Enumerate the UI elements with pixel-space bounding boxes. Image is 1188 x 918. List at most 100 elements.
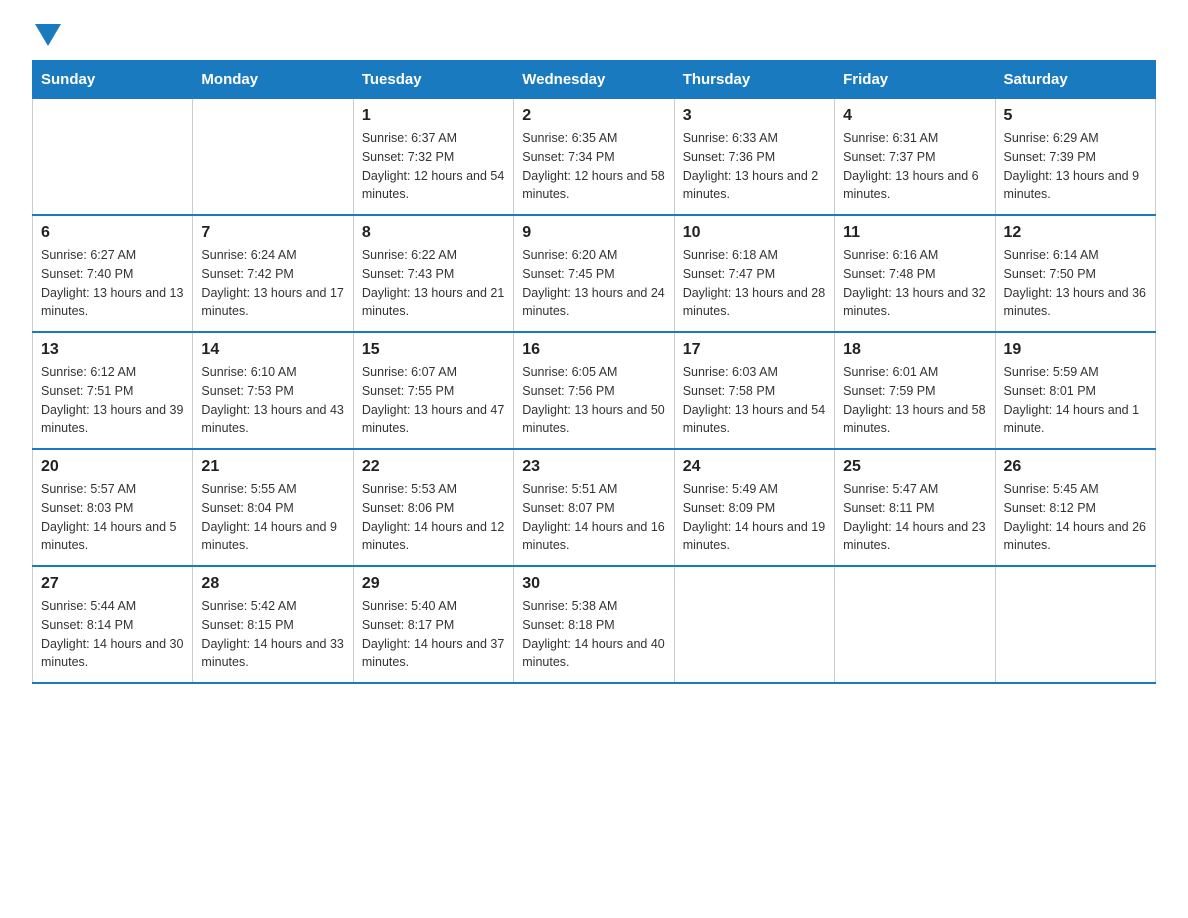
calendar-week-row: 27 Sunrise: 5:44 AMSunset: 8:14 PMDayligh… [33, 566, 1156, 683]
calendar-cell: 28 Sunrise: 5:42 AMSunset: 8:15 PMDayligh… [193, 566, 353, 683]
calendar-cell: 22 Sunrise: 5:53 AMSunset: 8:06 PMDayligh… [353, 449, 513, 566]
calendar-cell: 26 Sunrise: 5:45 AMSunset: 8:12 PMDayligh… [995, 449, 1155, 566]
calendar-cell: 19 Sunrise: 5:59 AMSunset: 8:01 PMDayligh… [995, 332, 1155, 449]
day-info: Sunrise: 5:40 AMSunset: 8:17 PMDaylight:… [362, 597, 505, 672]
weekday-header-friday: Friday [835, 61, 995, 99]
day-info: Sunrise: 5:57 AMSunset: 8:03 PMDaylight:… [41, 480, 184, 555]
day-number: 30 [522, 575, 665, 593]
day-number: 24 [683, 458, 826, 476]
day-number: 2 [522, 107, 665, 125]
day-number: 28 [201, 575, 344, 593]
calendar-cell [674, 566, 834, 683]
day-number: 21 [201, 458, 344, 476]
day-number: 13 [41, 341, 184, 359]
day-number: 16 [522, 341, 665, 359]
day-number: 20 [41, 458, 184, 476]
day-info: Sunrise: 5:53 AMSunset: 8:06 PMDaylight:… [362, 480, 505, 555]
page-header [32, 24, 1156, 42]
weekday-header-monday: Monday [193, 61, 353, 99]
day-number: 15 [362, 341, 505, 359]
day-number: 4 [843, 107, 986, 125]
day-number: 1 [362, 107, 505, 125]
calendar-cell: 2 Sunrise: 6:35 AMSunset: 7:34 PMDaylight… [514, 99, 674, 216]
day-number: 25 [843, 458, 986, 476]
calendar-cell: 20 Sunrise: 5:57 AMSunset: 8:03 PMDayligh… [33, 449, 193, 566]
day-number: 26 [1004, 458, 1147, 476]
day-info: Sunrise: 6:31 AMSunset: 7:37 PMDaylight:… [843, 129, 986, 204]
day-info: Sunrise: 6:29 AMSunset: 7:39 PMDaylight:… [1004, 129, 1147, 204]
calendar-cell [33, 99, 193, 216]
day-number: 3 [683, 107, 826, 125]
day-info: Sunrise: 6:01 AMSunset: 7:59 PMDaylight:… [843, 363, 986, 438]
day-number: 18 [843, 341, 986, 359]
calendar-cell: 7 Sunrise: 6:24 AMSunset: 7:42 PMDaylight… [193, 215, 353, 332]
calendar-cell: 4 Sunrise: 6:31 AMSunset: 7:37 PMDaylight… [835, 99, 995, 216]
calendar-cell: 1 Sunrise: 6:37 AMSunset: 7:32 PMDaylight… [353, 99, 513, 216]
weekday-header-thursday: Thursday [674, 61, 834, 99]
day-info: Sunrise: 5:45 AMSunset: 8:12 PMDaylight:… [1004, 480, 1147, 555]
calendar-cell [995, 566, 1155, 683]
day-number: 8 [362, 224, 505, 242]
day-info: Sunrise: 6:37 AMSunset: 7:32 PMDaylight:… [362, 129, 505, 204]
calendar-cell: 11 Sunrise: 6:16 AMSunset: 7:48 PMDayligh… [835, 215, 995, 332]
day-number: 17 [683, 341, 826, 359]
calendar-cell: 21 Sunrise: 5:55 AMSunset: 8:04 PMDayligh… [193, 449, 353, 566]
calendar-cell [193, 99, 353, 216]
calendar-cell: 27 Sunrise: 5:44 AMSunset: 8:14 PMDayligh… [33, 566, 193, 683]
weekday-header-saturday: Saturday [995, 61, 1155, 99]
day-info: Sunrise: 5:51 AMSunset: 8:07 PMDaylight:… [522, 480, 665, 555]
calendar-cell: 23Sunrise: 5:51 AMSunset: 8:07 PMDayligh… [514, 449, 674, 566]
day-number: 12 [1004, 224, 1147, 242]
weekday-header-tuesday: Tuesday [353, 61, 513, 99]
day-info: Sunrise: 6:03 AMSunset: 7:58 PMDaylight:… [683, 363, 826, 438]
calendar-cell: 12 Sunrise: 6:14 AMSunset: 7:50 PMDayligh… [995, 215, 1155, 332]
calendar-cell [835, 566, 995, 683]
calendar-cell: 8Sunrise: 6:22 AMSunset: 7:43 PMDaylight… [353, 215, 513, 332]
day-info: Sunrise: 5:49 AMSunset: 8:09 PMDaylight:… [683, 480, 826, 555]
day-info: Sunrise: 6:35 AMSunset: 7:34 PMDaylight:… [522, 129, 665, 204]
day-number: 9 [522, 224, 665, 242]
day-info: Sunrise: 6:10 AMSunset: 7:53 PMDaylight:… [201, 363, 344, 438]
day-number: 22 [362, 458, 505, 476]
calendar-week-row: 6Sunrise: 6:27 AMSunset: 7:40 PMDaylight… [33, 215, 1156, 332]
day-number: 29 [362, 575, 505, 593]
calendar-cell: 18 Sunrise: 6:01 AMSunset: 7:59 PMDayligh… [835, 332, 995, 449]
day-info: Sunrise: 5:55 AMSunset: 8:04 PMDaylight:… [201, 480, 344, 555]
calendar-week-row: 13 Sunrise: 6:12 AMSunset: 7:51 PMDayligh… [33, 332, 1156, 449]
calendar-cell: 14 Sunrise: 6:10 AMSunset: 7:53 PMDayligh… [193, 332, 353, 449]
day-number: 19 [1004, 341, 1147, 359]
day-number: 27 [41, 575, 184, 593]
calendar-cell: 6Sunrise: 6:27 AMSunset: 7:40 PMDaylight… [33, 215, 193, 332]
day-info: Sunrise: 6:05 AMSunset: 7:56 PMDaylight:… [522, 363, 665, 438]
weekday-header-sunday: Sunday [33, 61, 193, 99]
day-info: Sunrise: 6:18 AMSunset: 7:47 PMDaylight:… [683, 246, 826, 321]
day-number: 6 [41, 224, 184, 242]
calendar-cell: 5 Sunrise: 6:29 AMSunset: 7:39 PMDaylight… [995, 99, 1155, 216]
calendar-cell: 15 Sunrise: 6:07 AMSunset: 7:55 PMDayligh… [353, 332, 513, 449]
day-number: 14 [201, 341, 344, 359]
day-info: Sunrise: 5:44 AMSunset: 8:14 PMDaylight:… [41, 597, 184, 672]
calendar-cell: 9 Sunrise: 6:20 AMSunset: 7:45 PMDaylight… [514, 215, 674, 332]
calendar-cell: 3Sunrise: 6:33 AMSunset: 7:36 PMDaylight… [674, 99, 834, 216]
day-number: 11 [843, 224, 986, 242]
day-info: Sunrise: 6:24 AMSunset: 7:42 PMDaylight:… [201, 246, 344, 321]
calendar-cell: 16 Sunrise: 6:05 AMSunset: 7:56 PMDayligh… [514, 332, 674, 449]
day-number: 5 [1004, 107, 1147, 125]
logo-triangle [35, 24, 61, 46]
calendar-cell: 25 Sunrise: 5:47 AMSunset: 8:11 PMDayligh… [835, 449, 995, 566]
calendar-cell: 29 Sunrise: 5:40 AMSunset: 8:17 PMDayligh… [353, 566, 513, 683]
day-info: Sunrise: 6:12 AMSunset: 7:51 PMDaylight:… [41, 363, 184, 438]
day-number: 7 [201, 224, 344, 242]
day-info: Sunrise: 6:07 AMSunset: 7:55 PMDaylight:… [362, 363, 505, 438]
day-info: Sunrise: 5:47 AMSunset: 8:11 PMDaylight:… [843, 480, 986, 555]
day-info: Sunrise: 6:20 AMSunset: 7:45 PMDaylight:… [522, 246, 665, 321]
day-info: Sunrise: 6:16 AMSunset: 7:48 PMDaylight:… [843, 246, 986, 321]
day-info: Sunrise: 5:59 AMSunset: 8:01 PMDaylight:… [1004, 363, 1147, 438]
calendar-cell: 17 Sunrise: 6:03 AMSunset: 7:58 PMDayligh… [674, 332, 834, 449]
weekday-header-wednesday: Wednesday [514, 61, 674, 99]
weekday-header-row: SundayMondayTuesdayWednesdayThursdayFrid… [33, 61, 1156, 99]
calendar-cell: 30 Sunrise: 5:38 AMSunset: 8:18 PMDayligh… [514, 566, 674, 683]
day-info: Sunrise: 5:38 AMSunset: 8:18 PMDaylight:… [522, 597, 665, 672]
day-info: Sunrise: 5:42 AMSunset: 8:15 PMDaylight:… [201, 597, 344, 672]
day-info: Sunrise: 6:14 AMSunset: 7:50 PMDaylight:… [1004, 246, 1147, 321]
